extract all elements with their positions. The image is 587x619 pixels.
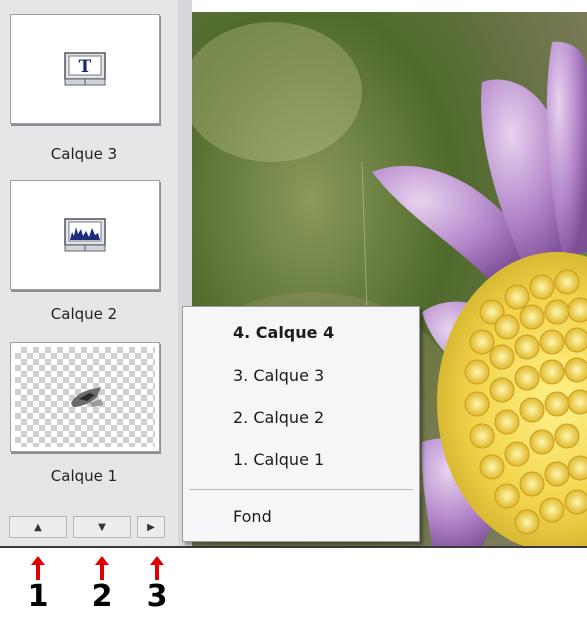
menu-item-calque-2[interactable]: 2. Calque 2	[233, 408, 324, 427]
annotation-2: 2	[90, 556, 114, 612]
annotation-1: 1	[26, 556, 50, 612]
svg-text:T: T	[79, 57, 92, 77]
layer-label: Calque 3	[50, 145, 118, 163]
layer-label: Calque 2	[50, 305, 118, 323]
red-arrow-up-icon	[95, 556, 109, 580]
annotation-number: 3	[146, 579, 168, 614]
menu-item-fond[interactable]: Fond	[233, 507, 272, 526]
application-frame: T Calque 3 Calque 2 Calque 1 ▲ ▼ ▶ 4. Ca…	[0, 0, 587, 548]
layer-thumbnail-calque-2[interactable]	[10, 180, 160, 290]
menu-separator	[189, 489, 413, 490]
annotation-3: 3	[145, 556, 169, 612]
move-layer-down-button[interactable]: ▼	[73, 516, 131, 538]
layer-label: Calque 1	[50, 467, 118, 485]
layer-popup-menu: 4. Calque 4 3. Calque 3 2. Calque 2 1. C…	[182, 306, 420, 542]
chevron-right-icon: ▶	[147, 521, 155, 533]
menu-item-calque-1[interactable]: 1. Calque 1	[233, 450, 324, 469]
chevron-down-icon: ▼	[98, 521, 106, 533]
move-layer-up-button[interactable]: ▲	[9, 516, 67, 538]
annotation-number: 2	[91, 579, 113, 614]
red-arrow-up-icon	[31, 556, 45, 580]
image-layer-icon	[71, 387, 103, 407]
histogram-layer-icon	[64, 218, 106, 252]
menu-item-calque-4[interactable]: 4. Calque 4	[233, 323, 334, 342]
layer-menu-button[interactable]: ▶	[137, 516, 165, 538]
red-arrow-up-icon	[150, 556, 164, 580]
layer-thumbnail-calque-1[interactable]	[10, 342, 160, 452]
chevron-up-icon: ▲	[34, 521, 42, 533]
layer-thumbnail-calque-3[interactable]: T	[10, 14, 160, 124]
layers-panel: T Calque 3 Calque 2 Calque 1 ▲ ▼ ▶	[0, 0, 179, 546]
annotation-number: 1	[27, 579, 49, 614]
text-layer-icon: T	[64, 52, 106, 86]
menu-item-calque-3[interactable]: 3. Calque 3	[233, 366, 324, 385]
